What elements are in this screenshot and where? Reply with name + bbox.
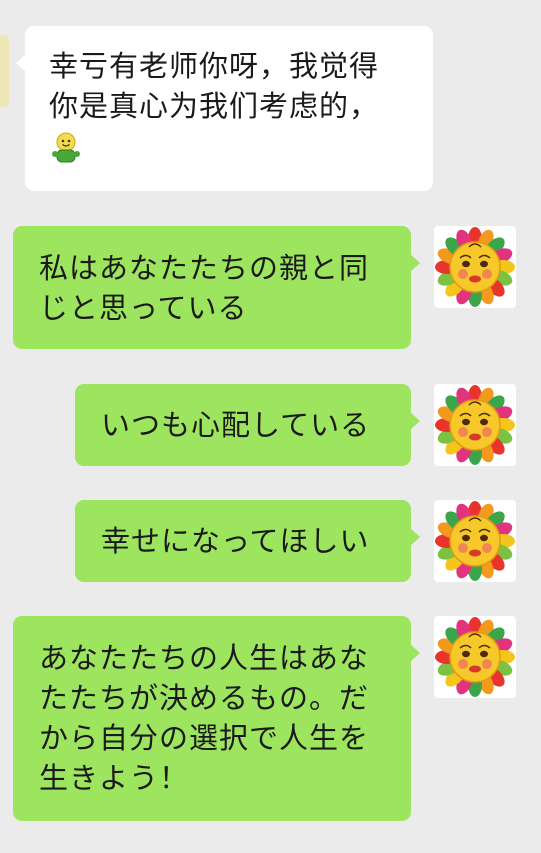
message-text-line: いつも心配している xyxy=(101,408,371,442)
message-text-line: じと思っている xyxy=(39,291,248,325)
outgoing-message-bubble[interactable]: いつも心配している xyxy=(75,384,420,466)
sun-face-avatar-icon[interactable] xyxy=(434,616,516,698)
outgoing-message-bubble[interactable]: 私はあなたたちの親と同 じと思っている xyxy=(13,226,420,349)
chat-window: 幸亏有老师你呀，我觉得 你是真心为我们考虑的， 私はあなたたちの親と同 じと思っ… xyxy=(0,0,541,853)
message-text-line: あなたたちの人生はあな xyxy=(39,641,370,675)
incoming-message-bubble[interactable]: 幸亏有老师你呀，我觉得 你是真心为我们考虑的， xyxy=(16,26,433,191)
outgoing-message-bubble[interactable]: 幸せになってほしい xyxy=(75,500,420,582)
sun-face-avatar-icon[interactable] xyxy=(434,500,516,582)
outgoing-message-bubble[interactable]: あなたたちの人生はあな たたちが決めるもの。だ から自分の選択で人生を 生きよう… xyxy=(13,616,420,821)
contact-avatar[interactable] xyxy=(0,35,9,107)
message-text-line: 幸亏有老师你呀，我觉得 xyxy=(49,49,380,83)
message-text-line: たたちが決めるもの。だ xyxy=(39,681,370,715)
message-text-line: 你是真心为我们考虑的， xyxy=(49,89,380,123)
message-text-line: 幸せになってほしい xyxy=(101,524,370,558)
sun-face-avatar-icon[interactable] xyxy=(434,226,516,308)
message-text-line: から自分の選択で人生を xyxy=(39,721,370,755)
message-text-line: 生きよう！ xyxy=(39,761,190,795)
message-text-line: 私はあなたたちの親と同 xyxy=(39,251,370,285)
smiley-person-emoji xyxy=(52,132,80,163)
sun-face-avatar-icon[interactable] xyxy=(434,384,516,466)
